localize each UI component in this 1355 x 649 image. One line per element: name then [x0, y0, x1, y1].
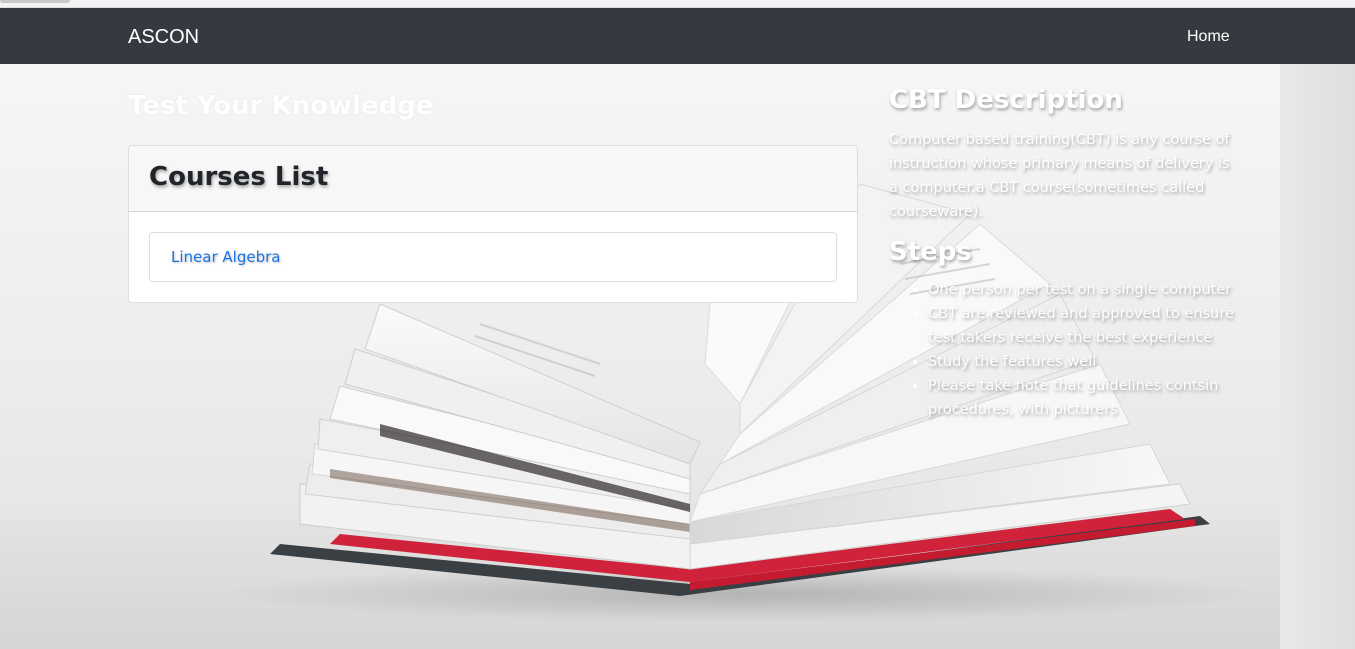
courses-card-header: Courses List: [129, 146, 857, 212]
info-sidebar: CBT Description Computer based training(…: [889, 84, 1234, 422]
cbt-description-title: CBT Description: [889, 85, 1123, 115]
step-item: Study the features well: [928, 350, 1234, 374]
steps-title: Steps: [889, 237, 972, 267]
cbt-description-text: Computer based training(CBT) is any cour…: [889, 132, 1230, 220]
steps-list: One person per test on a single computer…: [889, 278, 1234, 422]
brand-link[interactable]: ASCON: [128, 25, 199, 49]
step-item: Please take note that guidelines contsin…: [928, 374, 1234, 422]
browser-tab-stub: [0, 0, 70, 3]
course-list-item[interactable]: Linear Algebra: [149, 232, 837, 282]
browser-top-strip: [0, 0, 1355, 8]
step-item: One person per test on a single computer: [928, 278, 1234, 302]
courses-card-title: Courses List: [149, 162, 329, 192]
section-title: Test Your Knowledge: [128, 91, 434, 121]
courses-card: Courses List Linear Algebra: [128, 145, 858, 303]
top-navbar: ASCON Home: [0, 8, 1355, 64]
nav-home-link[interactable]: Home: [1187, 27, 1230, 47]
step-item: CBT are reviewed and approved to ensure …: [928, 302, 1234, 350]
course-link-linear-algebra[interactable]: Linear Algebra: [171, 247, 280, 267]
